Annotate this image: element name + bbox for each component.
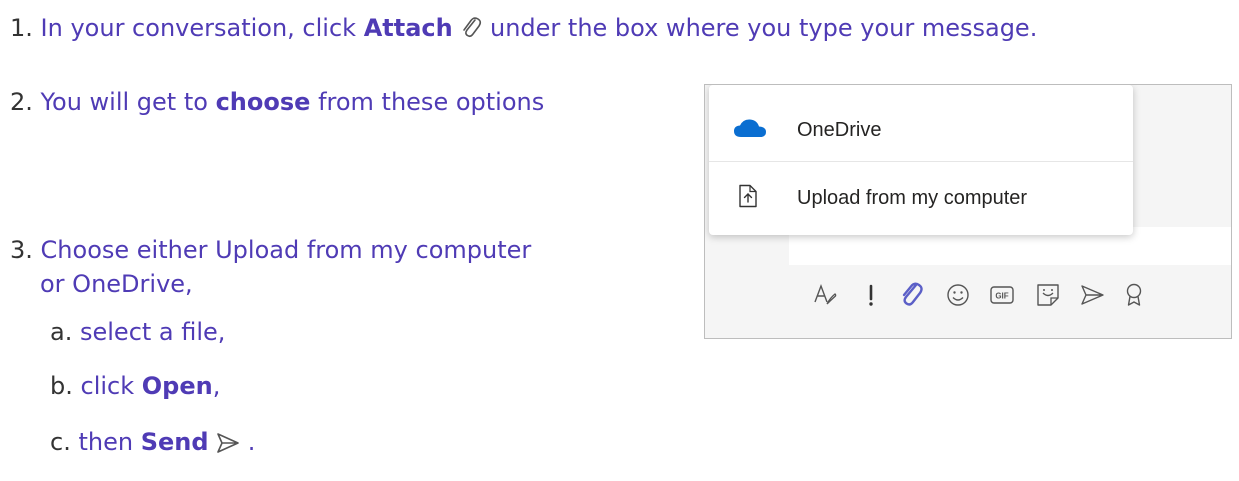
step-2: 2. You will get to choose from these opt… xyxy=(10,88,544,116)
step-3-continued: or OneDrive, xyxy=(40,270,193,298)
menu-item-upload[interactable]: Upload from my computer xyxy=(709,167,1133,229)
substep-c-bold: Send xyxy=(140,428,209,456)
step-1-bold: Attach xyxy=(363,14,453,42)
teams-screenshot: OneDrive Upload from my computer GIF xyxy=(704,84,1232,339)
substep-a-text: select a file, xyxy=(79,318,226,346)
step-1: 1. In your conversation, click Attach un… xyxy=(10,14,1037,46)
step-2-bold: choose xyxy=(215,88,311,116)
substep-c-text-before: then xyxy=(78,428,141,456)
step-1-text-after: under the box where you type your messag… xyxy=(482,14,1038,42)
menu-divider xyxy=(709,161,1133,162)
substep-b-letter: b. xyxy=(50,372,73,400)
format-icon[interactable] xyxy=(811,280,841,314)
gif-icon-text: GIF xyxy=(995,292,1008,301)
step-2-number: 2. xyxy=(10,88,33,116)
substep-c-text-after: . xyxy=(240,428,256,456)
step-2-text-before: You will get to xyxy=(40,88,216,116)
menu-item-onedrive-label: OneDrive xyxy=(797,118,882,141)
substep-a: a. select a file, xyxy=(50,318,225,346)
menu-item-upload-label: Upload from my computer xyxy=(797,186,1028,209)
gif-icon[interactable]: GIF xyxy=(987,280,1017,314)
step-3-number: 3. xyxy=(10,236,33,264)
menu-item-onedrive[interactable]: OneDrive xyxy=(709,99,1133,161)
substep-c: c. then Send . xyxy=(50,428,255,460)
substep-a-letter: a. xyxy=(50,318,73,346)
substep-c-letter: c. xyxy=(50,428,71,456)
upload-file-icon xyxy=(737,184,759,213)
onedrive-cloud-icon xyxy=(733,117,767,144)
substep-b-text-after: , xyxy=(212,372,221,400)
emoji-icon[interactable] xyxy=(943,280,973,314)
attach-menu: OneDrive Upload from my computer xyxy=(709,85,1133,235)
attach-icon[interactable] xyxy=(899,280,925,314)
paperclip-icon xyxy=(460,14,482,46)
important-icon[interactable] xyxy=(863,280,879,314)
send-arrow-icon xyxy=(216,432,240,460)
step-1-text-before: In your conversation, click xyxy=(40,14,364,42)
step-3: 3. Choose either Upload from my computer xyxy=(10,236,531,264)
sticker-icon[interactable] xyxy=(1033,280,1063,314)
send-icon[interactable] xyxy=(1077,280,1107,314)
substep-b-text-before: click xyxy=(80,372,142,400)
step-2-text-after: from these options xyxy=(310,88,545,116)
praise-icon[interactable] xyxy=(1121,280,1147,314)
step-1-number: 1. xyxy=(10,14,33,42)
step-3-line-2: or OneDrive, xyxy=(40,270,193,298)
substep-b: b. click Open, xyxy=(50,372,220,400)
step-3-line-1: Choose either Upload from my computer xyxy=(40,236,532,264)
substep-b-bold: Open xyxy=(141,372,213,400)
